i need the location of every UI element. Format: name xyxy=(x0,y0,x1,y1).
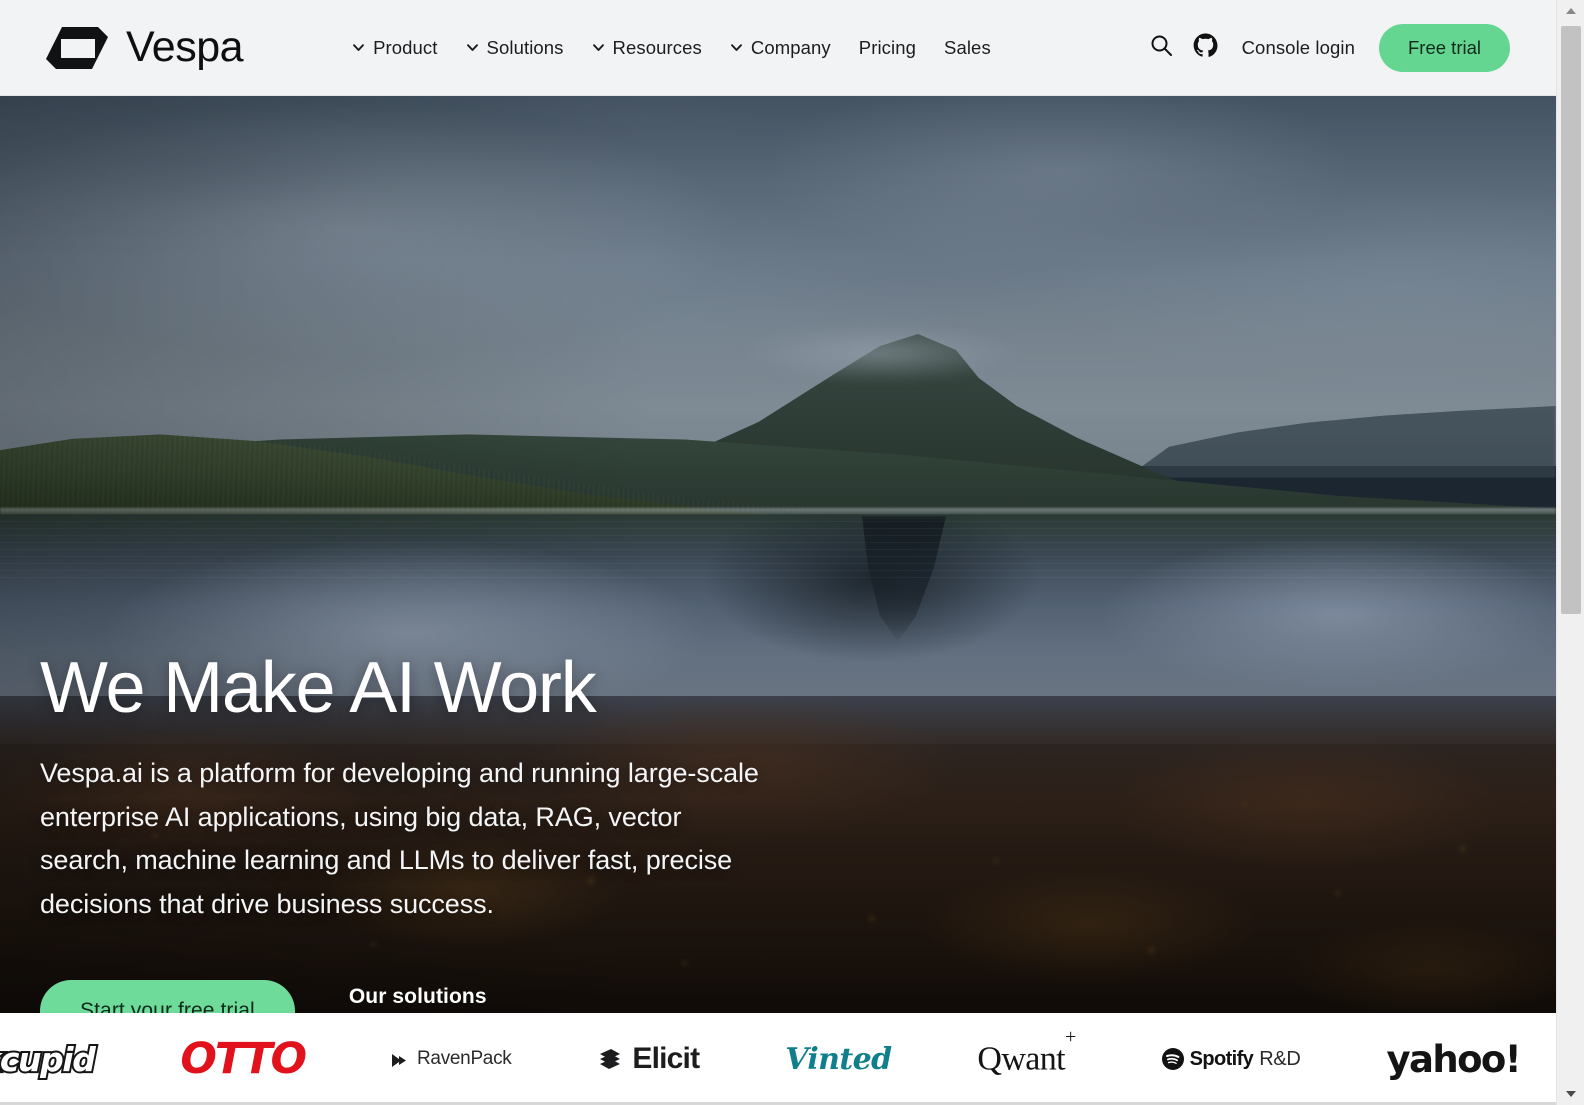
nav-item-solutions[interactable]: Solutions xyxy=(452,27,578,69)
nav-item-resources[interactable]: Resources xyxy=(578,27,716,69)
browser-viewport: Vespa Product Solutions Resources Compan… xyxy=(0,0,1584,1105)
nav-item-product[interactable]: Product xyxy=(338,27,451,69)
scroll-up-button[interactable] xyxy=(1557,0,1584,22)
vertical-scrollbar[interactable] xyxy=(1556,0,1584,1105)
spotify-icon xyxy=(1161,1048,1184,1070)
search-button[interactable] xyxy=(1140,26,1184,70)
nav-item-label: Sales xyxy=(944,36,991,58)
hero-cta-group: Start your free trial Our solutions xyxy=(40,979,800,1014)
brand-name: Vespa xyxy=(126,23,244,71)
site-header: Vespa Product Solutions Resources Compan… xyxy=(0,0,1556,96)
yahoo-wordmark: yahoo! xyxy=(1386,1037,1521,1081)
client-logo-strip: okcupid OTTO RavenPack xyxy=(0,1013,1556,1105)
ravenpack-chevron-icon xyxy=(391,1052,411,1067)
header-actions: Console login Free trial xyxy=(1140,23,1556,72)
qwant-wordmark: Qwant xyxy=(977,1040,1066,1078)
client-logo-ravenpack: RavenPack xyxy=(391,1013,512,1105)
scroll-down-arrow-icon xyxy=(1566,1091,1576,1097)
client-logo-elicit: Elicit xyxy=(597,1013,700,1105)
client-logo-vinted: Vinted xyxy=(785,1013,892,1105)
client-logo-qwant: Qwant+ xyxy=(977,1013,1076,1105)
chevron-down-icon xyxy=(592,41,605,54)
nav-item-company[interactable]: Company xyxy=(716,27,845,69)
our-solutions-link[interactable]: Our solutions xyxy=(349,985,487,1014)
nav-item-label: Pricing xyxy=(858,36,917,58)
elicit-stack-icon xyxy=(597,1046,623,1072)
console-login-link[interactable]: Console login xyxy=(1242,37,1355,59)
search-icon xyxy=(1149,33,1174,63)
nav-item-label: Product xyxy=(373,36,438,58)
nav-item-pricing[interactable]: Pricing xyxy=(845,27,930,69)
ravenpack-wordmark: RavenPack xyxy=(417,1048,512,1069)
nav-item-label: Solutions xyxy=(486,36,564,58)
client-logo-otto: OTTO xyxy=(180,1013,307,1105)
okcupid-wordmark: okcupid xyxy=(0,1038,98,1081)
free-trial-button[interactable]: Free trial xyxy=(1379,23,1510,72)
chevron-down-icon xyxy=(352,41,365,54)
start-free-trial-button[interactable]: Start your free trial xyxy=(40,979,295,1014)
chevron-down-icon xyxy=(730,41,743,54)
github-icon xyxy=(1193,33,1218,63)
spotify-wordmark: Spotify xyxy=(1189,1047,1254,1070)
nav-item-label: Resources xyxy=(612,36,702,58)
scroll-up-arrow-icon xyxy=(1566,8,1576,14)
github-link[interactable] xyxy=(1184,26,1228,70)
hero-title: We Make AI Work xyxy=(40,648,597,728)
scrollbar-thumb[interactable] xyxy=(1561,26,1581,614)
primary-navigation: Product Solutions Resources Company Pric… xyxy=(338,27,1005,69)
hero-section: We Make AI Work Vespa.ai is a platform f… xyxy=(0,96,1556,1014)
scroll-down-button[interactable] xyxy=(1557,1083,1584,1105)
nav-item-sales[interactable]: Sales xyxy=(930,27,1005,69)
qwant-plus-mark: + xyxy=(1065,1025,1076,1048)
vinted-wordmark: Vinted xyxy=(785,1041,892,1077)
vespa-logo-mark-icon xyxy=(46,21,109,75)
spotify-rd-suffix: R&D xyxy=(1259,1047,1301,1070)
chevron-down-icon xyxy=(466,41,479,54)
client-logo-okcupid: okcupid xyxy=(0,1013,98,1105)
brand-logo-link[interactable]: Vespa xyxy=(46,21,244,75)
hero-content: We Make AI Work Vespa.ai is a platform f… xyxy=(40,652,800,1014)
client-logo-spotify-rd: Spotify R&D xyxy=(1161,1013,1301,1105)
client-logo-yahoo: yahoo! xyxy=(1386,1013,1521,1105)
otto-wordmark: OTTO xyxy=(180,1034,307,1084)
elicit-wordmark: Elicit xyxy=(632,1042,700,1075)
hero-subtitle: Vespa.ai is a platform for developing an… xyxy=(40,758,759,920)
page-content: Vespa Product Solutions Resources Compan… xyxy=(0,0,1556,1105)
nav-item-label: Company xyxy=(750,36,831,58)
